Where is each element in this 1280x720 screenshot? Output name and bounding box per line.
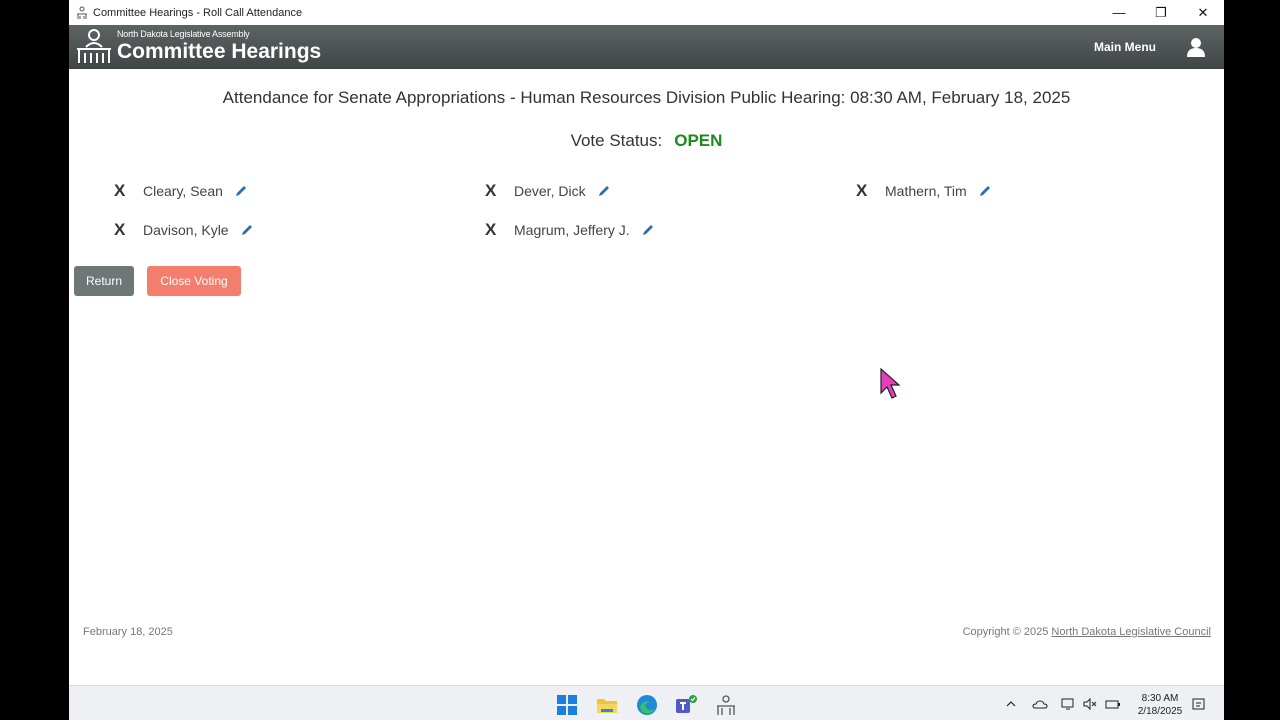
- close-window-button[interactable]: ✕: [1182, 0, 1224, 25]
- committee-hearings-app-icon: [77, 6, 87, 19]
- taskbar-clock[interactable]: 8:30 AM 2/18/2025: [1132, 692, 1188, 718]
- edit-pencil-icon[interactable]: [235, 185, 247, 197]
- return-button[interactable]: Return: [74, 266, 134, 296]
- member-name: Cleary, Sean: [143, 183, 223, 199]
- org-name: North Dakota Legislative Assembly: [117, 28, 250, 39]
- user-icon[interactable]: [1186, 37, 1206, 57]
- member-row: X Magrum, Jeffery J.: [485, 220, 654, 240]
- committee-logo-icon: [77, 29, 111, 63]
- member-row: X Davison, Kyle: [114, 220, 253, 240]
- edit-pencil-icon[interactable]: [642, 224, 654, 236]
- edit-pencil-icon[interactable]: [979, 185, 991, 197]
- attendance-mark[interactable]: X: [856, 181, 885, 201]
- attendance-mark[interactable]: X: [114, 181, 143, 201]
- member-row: X Dever, Dick: [485, 181, 610, 201]
- onedrive-cloud-icon[interactable]: [1032, 696, 1048, 712]
- minimize-button[interactable]: —: [1098, 0, 1140, 25]
- taskbar: 8:30 AM 2/18/2025: [69, 685, 1224, 720]
- clock-date: 2/18/2025: [1137, 706, 1183, 717]
- member-name: Mathern, Tim: [885, 183, 967, 199]
- restore-button[interactable]: ❐: [1140, 0, 1182, 25]
- brand[interactable]: North Dakota Legislative Assembly Commit…: [75, 27, 321, 65]
- attendance-mark[interactable]: X: [114, 220, 143, 240]
- member-name: Davison, Kyle: [143, 222, 229, 238]
- app-header: North Dakota Legislative Assembly Commit…: [69, 25, 1224, 69]
- chevron-up-icon[interactable]: [1003, 696, 1019, 712]
- footer-date: February 18, 2025: [83, 626, 173, 638]
- vote-status: Vote Status: OPEN: [69, 131, 1224, 151]
- windows-start-icon[interactable]: [556, 694, 578, 716]
- notifications-icon[interactable]: [1191, 696, 1207, 712]
- committee-hearings-taskbar-icon[interactable]: [715, 694, 737, 716]
- main-menu-link[interactable]: Main Menu: [1094, 40, 1156, 54]
- edit-pencil-icon[interactable]: [598, 185, 610, 197]
- app-name: Committee Hearings: [117, 39, 322, 63]
- copyright-text: Copyright © 2025: [962, 626, 1049, 638]
- member-name: Magrum, Jeffery J.: [514, 222, 630, 238]
- member-row: X Cleary, Sean: [114, 181, 247, 201]
- hearing-title: Attendance for Senate Appropriations - H…: [222, 88, 1071, 107]
- window-titlebar: Committee Hearings - Roll Call Attendanc…: [69, 0, 1224, 25]
- edit-pencil-icon[interactable]: [241, 224, 253, 236]
- vote-status-value: OPEN: [674, 131, 723, 150]
- volume-muted-icon[interactable]: [1082, 696, 1098, 712]
- member-name: Dever, Dick: [514, 183, 586, 199]
- display-icon[interactable]: [1060, 696, 1076, 712]
- battery-icon[interactable]: [1105, 696, 1121, 712]
- clock-time: 8:30 AM: [1141, 693, 1179, 704]
- app-window: Committee Hearings - Roll Call Attendanc…: [69, 0, 1224, 720]
- file-explorer-icon[interactable]: [596, 694, 618, 716]
- mouse-cursor-icon: [880, 367, 901, 399]
- attendance-mark[interactable]: X: [485, 181, 514, 201]
- vote-status-label: Vote Status:: [570, 131, 663, 150]
- teams-icon[interactable]: [675, 694, 697, 716]
- window-title: Committee Hearings - Roll Call Attendanc…: [93, 6, 303, 19]
- council-link[interactable]: North Dakota Legislative Council: [1051, 626, 1211, 638]
- member-row: X Mathern, Tim: [856, 181, 991, 201]
- footer-copyright: Copyright © 2025 North Dakota Legislativ…: [963, 626, 1211, 638]
- close-voting-button[interactable]: Close Voting: [147, 266, 241, 296]
- attendance-mark[interactable]: X: [485, 220, 514, 240]
- edge-browser-icon[interactable]: [636, 694, 658, 716]
